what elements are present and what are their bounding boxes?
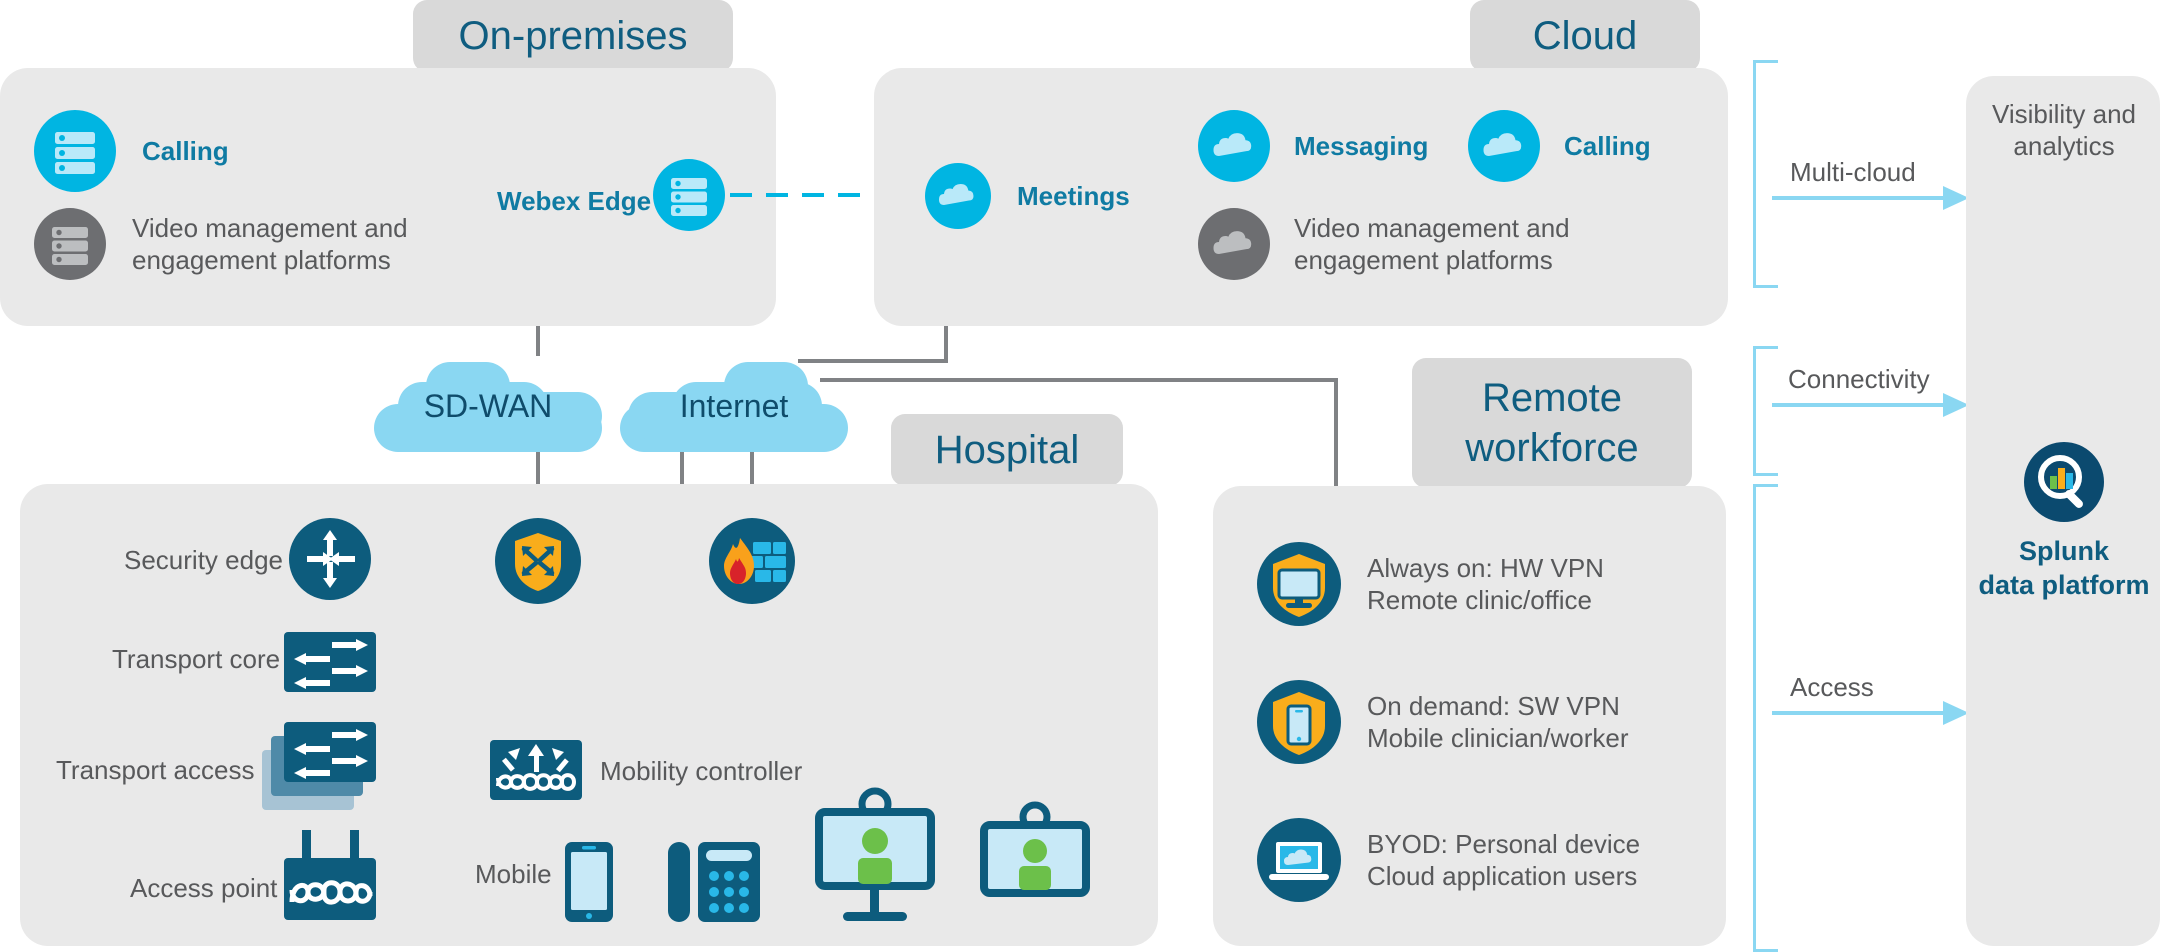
remote-item-line1-byod: BYOD: Personal device [1367, 829, 1641, 859]
tab-label-cloud: Cloud [1532, 14, 1638, 58]
hospital-layer-label-security-edge: Security edge [124, 545, 283, 575]
remote-item-line1-hw-vpn: Always on: HW VPN [1367, 553, 1604, 583]
tab-label-hospital: Hospital [934, 428, 1080, 472]
cloud-cyan-icon [925, 163, 991, 229]
tab-hospital[interactable]: Hospital [891, 414, 1123, 486]
remote-item-text-sw-vpn: On demand: SW VPN Mobile clinician/worke… [1367, 690, 1629, 754]
diagram-canvas: On-premises Calling Video management and… [0, 0, 2160, 952]
mobility-controller-label: Mobility controller [600, 756, 803, 786]
hospital-layer-label-access-point: Access point [130, 873, 278, 903]
bracket-access [1753, 484, 1778, 952]
remote-item-sw-vpn[interactable]: On demand: SW VPN Mobile clinician/worke… [1257, 680, 1629, 764]
tab-remote-workforce[interactable]: Remote workforce [1412, 358, 1692, 488]
remote-item-line1-sw-vpn: On demand: SW VPN [1367, 691, 1620, 721]
laptop-cloud-icon [1257, 818, 1341, 902]
sdwan-shield-icon[interactable] [495, 518, 581, 604]
onprem-item-label-calling: Calling [142, 136, 229, 166]
cloud-item-calling[interactable]: Calling [1468, 110, 1651, 182]
mobility-controller-icon[interactable] [490, 740, 582, 800]
splunk-label-line2: data platform [1978, 570, 2150, 600]
network-cloud-sdwan[interactable]: SD-WAN [374, 352, 602, 452]
remote-item-line2-sw-vpn: Mobile clinician/worker [1367, 723, 1629, 753]
server-gray-icon [34, 208, 106, 280]
visibility-analytics-title: Visibility and analytics [1976, 98, 2152, 162]
cloud-item-video-management[interactable]: Video management and engagement platform… [1198, 208, 1570, 280]
onprem-item-video-management[interactable]: Video management and engagement platform… [34, 208, 408, 280]
visibility-analytics-title-line2: analytics [2013, 131, 2115, 161]
video-endpoint-stand-icon[interactable] [815, 786, 935, 926]
connector-internet-to-remote [820, 378, 1338, 382]
splunk-data-platform-label: Splunk data platform [1972, 534, 2156, 602]
network-cloud-internet[interactable]: Internet [620, 352, 848, 452]
remote-item-text-hw-vpn: Always on: HW VPN Remote clinic/office [1367, 552, 1604, 616]
cloud-item-messaging[interactable]: Messaging [1198, 110, 1428, 182]
connector-remote-vertical [1334, 378, 1338, 488]
flow-arrow-line-connectivity [1772, 403, 1947, 407]
cloud-item-meetings[interactable]: Meetings [925, 163, 1130, 229]
webex-edge-server-cyan-icon [653, 159, 725, 231]
shield-mobile-icon [1257, 680, 1341, 764]
remote-item-hw-vpn[interactable]: Always on: HW VPN Remote clinic/office [1257, 542, 1604, 626]
bracket-connectivity [1753, 346, 1778, 476]
tab-on-premises[interactable]: On-premises [413, 0, 733, 72]
hospital-endpoint-label-mobile: Mobile [475, 859, 552, 889]
router-icon[interactable] [289, 518, 371, 600]
firewall-icon[interactable] [709, 518, 795, 604]
cloud-cyan-icon [1198, 110, 1270, 182]
flow-label-access: Access [1790, 672, 1874, 702]
webex-edge-label: Webex Edge [497, 186, 652, 216]
splunk-magnifier-icon[interactable] [2024, 442, 2104, 522]
bracket-multi-cloud [1753, 60, 1778, 288]
tab-cloud[interactable]: Cloud [1470, 0, 1700, 72]
tab-label-on-premises: On-premises [458, 14, 688, 58]
video-endpoint-icon[interactable] [980, 800, 1090, 910]
remote-item-line2-hw-vpn: Remote clinic/office [1367, 585, 1592, 615]
cloud-item-label-messaging: Messaging [1294, 131, 1429, 161]
remote-item-text-byod: BYOD: Personal device Cloud application … [1367, 828, 1640, 892]
remote-item-line2-byod: Cloud application users [1367, 861, 1638, 891]
shield-desktop-icon [1257, 542, 1341, 626]
cloud-cyan-icon [1468, 110, 1540, 182]
flow-arrow-line-multi-cloud [1772, 196, 1947, 200]
cloud-item-label-calling: Calling [1564, 131, 1651, 161]
tab-label-remote-workforce: Remote workforce [1465, 376, 1639, 470]
onprem-item-label-video-management: Video management and engagement platform… [132, 213, 408, 275]
network-cloud-label-sdwan: SD-WAN [423, 388, 553, 424]
access-point-icon[interactable] [284, 830, 376, 926]
cloud-gray-icon [1198, 208, 1270, 280]
splunk-label-line1: Splunk [2018, 536, 2109, 566]
desk-phone-icon[interactable] [668, 838, 760, 926]
cloud-item-label-video-management: Video management and engagement platform… [1294, 213, 1570, 275]
flow-arrow-line-access [1772, 711, 1947, 715]
mobile-phone-icon[interactable] [565, 842, 613, 922]
switch-stack-icon[interactable] [262, 722, 380, 812]
hospital-layer-label-transport-core: Transport core [112, 644, 281, 674]
switch-icon[interactable] [284, 632, 376, 692]
remote-item-byod[interactable]: BYOD: Personal device Cloud application … [1257, 818, 1640, 902]
server-cyan-icon [34, 110, 116, 192]
flow-label-multi-cloud: Multi-cloud [1790, 157, 1916, 187]
network-cloud-label-internet: Internet [679, 388, 789, 424]
visibility-analytics-title-line1: Visibility and [1991, 99, 2137, 129]
hospital-layer-label-transport-access: Transport access [56, 755, 255, 785]
onprem-item-calling[interactable]: Calling [34, 110, 229, 192]
cloud-item-label-meetings: Meetings [1017, 181, 1130, 211]
flow-label-connectivity: Connectivity [1788, 364, 1930, 394]
